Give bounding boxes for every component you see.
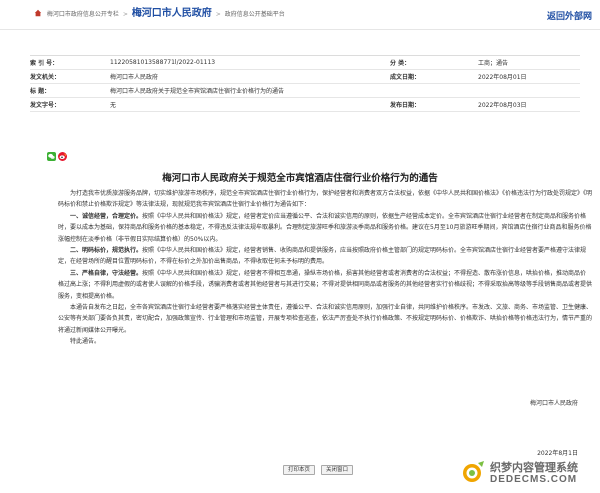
top-bar: 梅河口市政府信息公开专栏 > 梅河口市人民政府 > 政府信息公开基础平台 返回外…	[0, 0, 600, 30]
written-date-label: 成文日期：	[390, 74, 421, 81]
section-heading-2: 二、明码标价，规范执行。	[70, 247, 143, 255]
index-label: 索 引 号：	[30, 60, 59, 67]
written-date-value: 2022年08月01日	[478, 74, 527, 81]
category-label: 分 类：	[390, 60, 411, 67]
home-icon	[34, 9, 42, 17]
dedecms-logo-icon	[463, 461, 484, 482]
weibo-icon[interactable]	[58, 152, 67, 161]
doc-number-label: 发文字号：	[30, 102, 61, 109]
publish-date-value: 2022年08月03日	[478, 102, 527, 109]
issuer-label: 发文机关：	[30, 74, 61, 81]
article-paragraph-end: 特此通告。	[70, 338, 101, 346]
publish-date-label: 发布日期：	[390, 102, 421, 109]
article-paragraph-3: 三、严格自律，守法经营。按照《中华人民共和国价格法》规定，经营者不得相互串通，操…	[58, 268, 592, 302]
breadcrumb: 梅河口市政府信息公开专栏 > 梅河口市人民政府 > 政府信息公开基础平台	[34, 9, 285, 20]
close-window-button[interactable]: 关闭窗口	[321, 465, 354, 475]
watermark-text-cn: 织梦内容管理系统	[490, 461, 578, 474]
watermark-text-en: DEDECMS.COM	[490, 474, 578, 485]
meta-row: 索 引 号： 11220581013588771l/2022-01113 分 类…	[30, 56, 580, 70]
watermark: 织梦内容管理系统 DEDECMS.COM	[460, 457, 598, 487]
issuer-value: 梅河口市人民政府	[110, 74, 159, 81]
title-value: 梅河口市人民政府关于规范全市宾馆酒店住宿行业价格行为的通告	[110, 88, 285, 95]
section-heading-3: 三、严格自律，守法经营。	[70, 269, 143, 277]
breadcrumb-separator: >	[215, 11, 221, 18]
wechat-icon[interactable]	[47, 152, 56, 161]
signature-date: 2022年8月1日	[537, 450, 578, 457]
article-title: 梅河口市人民政府关于规范全市宾馆酒店住宿行业价格行为的通告	[162, 173, 438, 184]
breadcrumb-separator: >	[122, 11, 128, 18]
category-value: 工商；通告	[478, 60, 509, 67]
title-label: 标 题：	[30, 88, 51, 95]
article-body: 为打造我市优质旅游服务品牌，切实维护旅游市场秩序，规范全市宾馆酒店住宿行业价格行…	[58, 188, 592, 348]
document-meta-table: 索 引 号： 11220581013588771l/2022-01113 分 类…	[30, 55, 580, 112]
share-bar	[47, 152, 67, 161]
back-external-link[interactable]: 返回外部网	[547, 9, 592, 22]
action-buttons: 打印本页 关闭窗口	[283, 465, 354, 475]
signature-organization: 梅河口市人民政府	[529, 400, 578, 407]
article-paragraph-closing: 本通告自发布之日起，全市各宾馆酒店住宿行业经营者要严格落实经营主体责任，遵循公平…	[58, 304, 593, 334]
doc-number-value: 无	[110, 102, 117, 109]
breadcrumb-item-platform[interactable]: 政府信息公开基础平台	[225, 11, 285, 18]
breadcrumb-item-portal[interactable]: 梅河口市政府信息公开专栏	[47, 11, 119, 18]
meta-row: 发文机关： 梅河口市人民政府 成文日期： 2022年08月01日	[30, 70, 580, 84]
meta-row: 发文字号： 无 发布日期： 2022年08月03日	[30, 98, 580, 112]
index-value: 11220581013588771l/2022-01113	[110, 59, 216, 66]
article-paragraph-intro: 为打造我市优质旅游服务品牌，切实维护旅游市场秩序，规范全市宾馆酒店住宿行业价格行…	[58, 190, 593, 209]
section-heading-1: 一、诚信经营，合理定价。	[70, 212, 143, 220]
article-paragraph-1: 一、诚信经营，合理定价。按照《中华人民共和国价格法》规定，经营者定价应当遵循公平…	[58, 211, 592, 245]
meta-row: 标 题： 梅河口市人民政府关于规范全市宾馆酒店住宿行业价格行为的通告	[30, 84, 580, 98]
print-button[interactable]: 打印本页	[283, 465, 316, 475]
breadcrumb-item-government[interactable]: 梅河口市人民政府	[132, 8, 212, 19]
article-paragraph-2: 二、明码标价，规范执行。按照《中华人民共和国价格法》规定，经营者销售、收购商品和…	[58, 245, 592, 268]
